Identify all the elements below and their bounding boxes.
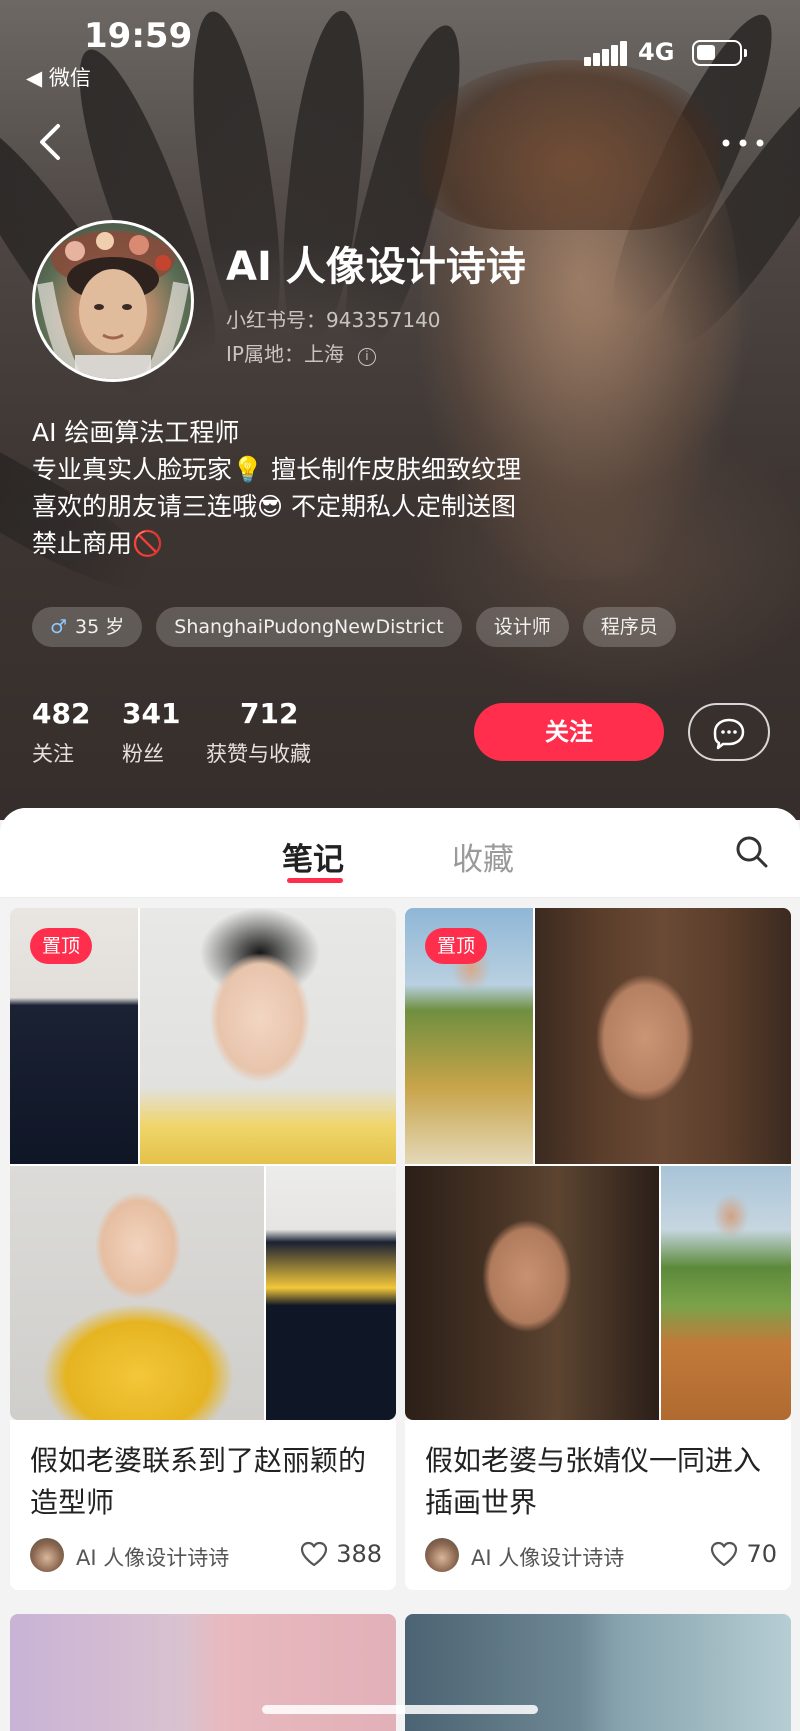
- like-count: 70: [746, 1540, 777, 1568]
- male-icon: ♂: [50, 616, 68, 638]
- chevron-left-icon[interactable]: [34, 118, 70, 166]
- bio-line: 专业真实人脸玩家💡 擅长制作皮肤细致纹理: [32, 455, 522, 484]
- ip-location-text: IP属地：上海: [226, 342, 344, 366]
- tag-age: ♂ 35 岁: [32, 607, 143, 647]
- info-icon[interactable]: i: [357, 348, 376, 366]
- tab-collections[interactable]: 收藏: [452, 834, 514, 879]
- note-card[interactable]: 置顶: [10, 908, 396, 1420]
- stat-label: 关注: [32, 742, 74, 766]
- ip-location: IP属地：上海 i: [226, 338, 376, 367]
- note-card-info[interactable]: 假如老婆联系到了赵丽颖的造型师 AI 人像设计诗诗 388: [10, 1420, 396, 1590]
- follow-button[interactable]: 关注: [474, 703, 664, 761]
- note-cover-image: [405, 908, 791, 1420]
- profile-tags: ♂ 35 岁 ShanghaiPudongNewDistrict 设计师 程序员: [32, 607, 676, 647]
- note-card[interactable]: 置顶: [405, 908, 791, 1420]
- like-count: 388: [336, 1540, 382, 1568]
- profile-header: 19:59 ◀ 微信 4G AI 人像设计诗诗 小红书号：943357140 I…: [0, 0, 800, 820]
- tab-bar: 笔记 收藏: [0, 808, 800, 898]
- stat-value: 712: [240, 697, 299, 730]
- stat-value: 482: [32, 697, 91, 730]
- red-id: 小红书号：943357140: [226, 308, 441, 332]
- tag-profession: 设计师: [475, 607, 569, 647]
- battery-icon: [692, 40, 747, 66]
- stat-label: 粉丝: [122, 742, 164, 766]
- heart-icon: [301, 1541, 328, 1567]
- pinned-badge: 置顶: [30, 928, 93, 964]
- tab-notes[interactable]: 笔记: [282, 834, 344, 879]
- more-dots-icon[interactable]: [718, 128, 768, 158]
- bio: AI 绘画算法工程师 专业真实人脸玩家💡 擅长制作皮肤细致纹理 喜欢的朋友请三连…: [32, 414, 521, 562]
- like-button[interactable]: 388: [300, 1540, 382, 1568]
- status-time: 19:59: [84, 16, 193, 56]
- stat-followers[interactable]: 341 粉丝: [122, 697, 180, 768]
- stat-value: 341: [122, 697, 181, 730]
- chat-bubble-icon[interactable]: [688, 703, 770, 761]
- author-avatar[interactable]: [425, 1538, 459, 1572]
- search-icon[interactable]: [734, 834, 770, 870]
- stat-following[interactable]: 482 关注: [32, 697, 90, 768]
- tag-label: 35 岁: [75, 616, 125, 638]
- avatar[interactable]: [32, 220, 194, 382]
- background-portrait-hair: [420, 60, 720, 230]
- signal-icon: [584, 40, 627, 66]
- note-title: 假如老婆与张婧仪一同进入插画世界: [425, 1444, 762, 1519]
- author-avatar[interactable]: [30, 1538, 64, 1572]
- pinned-badge: 置顶: [425, 928, 488, 964]
- bio-line: 禁止商用🚫: [32, 529, 164, 558]
- note-meta: AI 人像设计诗诗 70: [425, 1538, 777, 1572]
- tag-location: ShanghaiPudongNewDistrict: [156, 607, 462, 647]
- note-cover-image: [10, 908, 396, 1420]
- author-name[interactable]: AI 人像设计诗诗: [471, 1542, 624, 1572]
- stat-likes-collections[interactable]: 712 获赞与收藏: [206, 697, 311, 768]
- battery-level: [697, 45, 715, 60]
- bio-line: AI 绘画算法工程师: [32, 418, 240, 447]
- stat-label: 获赞与收藏: [206, 742, 311, 766]
- home-indicator[interactable]: [262, 1705, 538, 1714]
- note-meta: AI 人像设计诗诗 388: [30, 1538, 382, 1572]
- notes-panel: 笔记 收藏 置顶 假如老婆联系到了赵丽颖的造型师 AI 人像设计诗诗 388 置…: [0, 808, 800, 1731]
- note-title: 假如老婆联系到了赵丽颖的造型师: [30, 1444, 367, 1519]
- tag-profession: 程序员: [582, 607, 676, 647]
- back-to-app-link[interactable]: ◀ 微信: [26, 62, 91, 92]
- profile-name: AI 人像设计诗诗: [226, 244, 526, 290]
- tab-active-indicator: [287, 878, 343, 883]
- author-name[interactable]: AI 人像设计诗诗: [76, 1542, 229, 1572]
- like-button[interactable]: 70: [710, 1540, 777, 1568]
- network-type: 4G: [638, 38, 675, 66]
- bio-line: 喜欢的朋友请三连哦😎 不定期私人定制送图: [32, 492, 517, 521]
- heart-icon: [711, 1541, 738, 1567]
- note-card-info[interactable]: 假如老婆与张婧仪一同进入插画世界 AI 人像设计诗诗 70: [405, 1420, 791, 1590]
